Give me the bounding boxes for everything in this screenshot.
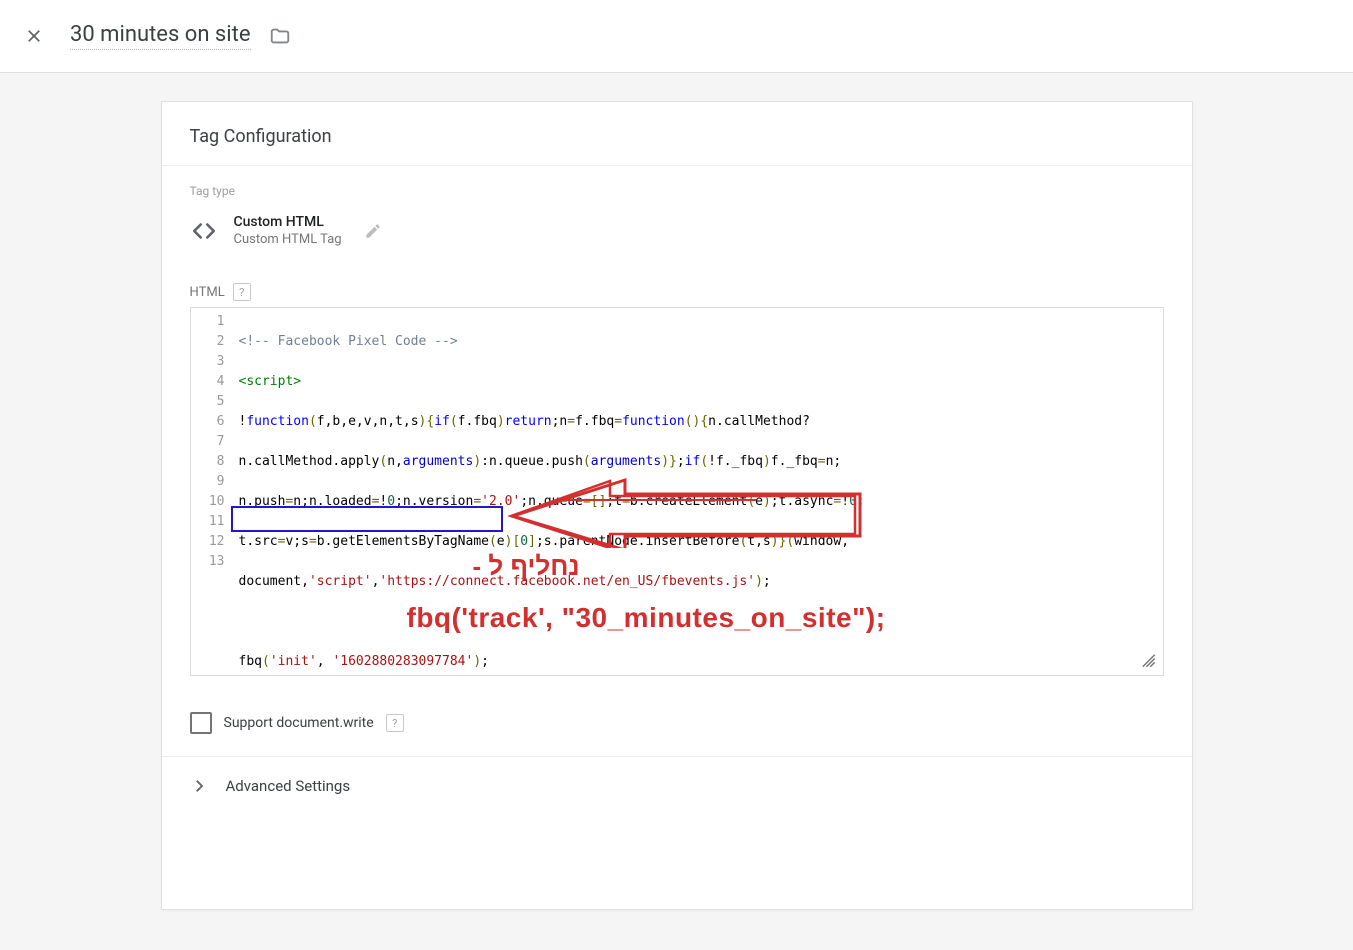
close-button[interactable] — [22, 24, 46, 48]
tag-type-name: Custom HTML — [234, 214, 342, 230]
page-title[interactable]: 30 minutes on site — [70, 22, 251, 50]
code-content[interactable]: <!-- Facebook Pixel Code --> <script> !f… — [233, 308, 1163, 675]
advanced-settings-row[interactable]: Advanced Settings — [162, 757, 1192, 817]
html-field: HTML ? 1 2 3 4 5 6 7 8 9 10 — [162, 283, 1192, 696]
tag-type-subtitle: Custom HTML Tag — [234, 232, 342, 247]
card-title: Tag Configuration — [162, 102, 1192, 165]
html-label: HTML — [190, 285, 225, 300]
chevron-right-icon — [190, 777, 208, 795]
resize-handle-icon[interactable] — [1139, 651, 1157, 669]
support-docwrite-row: Support document.write ? — [162, 696, 1192, 756]
tag-config-card: Tag Configuration Tag type Custom HTML C… — [161, 101, 1193, 910]
line-gutter: 1 2 3 4 5 6 7 8 9 10 11 12 13 — [191, 308, 233, 675]
stage: Tag Configuration Tag type Custom HTML C… — [0, 73, 1353, 950]
help-icon[interactable]: ? — [386, 714, 404, 732]
advanced-settings-label: Advanced Settings — [226, 777, 351, 795]
support-docwrite-label: Support document.write — [224, 715, 374, 731]
tag-type-row[interactable]: Custom HTML Custom HTML Tag — [190, 210, 1164, 269]
help-icon[interactable]: ? — [233, 283, 251, 301]
code-editor[interactable]: 1 2 3 4 5 6 7 8 9 10 11 12 13 <!-- — [190, 307, 1164, 676]
tag-type-section: Tag type Custom HTML Custom HTML Tag — [162, 166, 1192, 277]
support-docwrite-checkbox[interactable] — [190, 712, 212, 734]
code-brackets-icon — [190, 217, 218, 245]
top-bar: 30 minutes on site — [0, 0, 1353, 73]
tag-type-label: Tag type — [190, 184, 1164, 198]
close-icon — [25, 27, 43, 45]
edit-tagtype-button[interactable] — [364, 222, 382, 240]
folder-icon[interactable] — [269, 25, 291, 47]
